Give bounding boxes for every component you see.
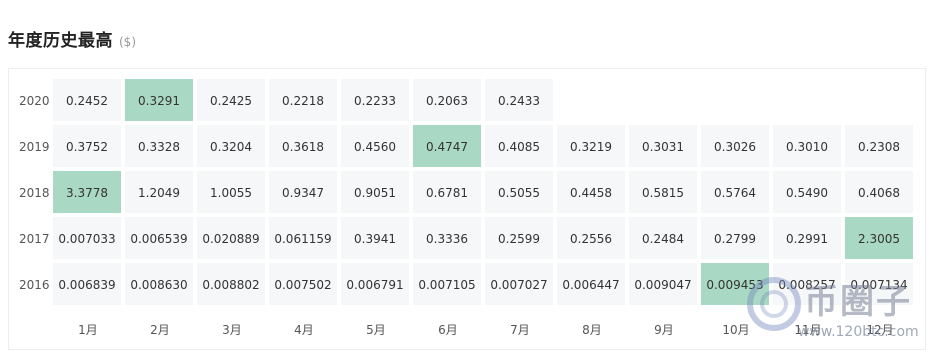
table-cell: 0.5764	[701, 171, 771, 215]
table-cell: 0.2991	[773, 217, 843, 261]
table-cell: 0.3204	[197, 125, 267, 169]
table-cell: 0.2233	[341, 79, 411, 123]
month-label: 2月	[150, 323, 170, 337]
table-cell: 0.2308	[845, 125, 915, 169]
table-cell	[557, 79, 627, 123]
table-cell: 0.5815	[629, 171, 699, 215]
table-cell: 0.2218	[269, 79, 339, 123]
month-label: 7月	[510, 323, 530, 337]
table-cell: 0.009047	[629, 263, 699, 307]
watermark-logo-icon	[747, 277, 801, 331]
currency-unit: ($)	[119, 35, 136, 49]
month-label: 9月	[654, 323, 674, 337]
table-cell: 0.3219	[557, 125, 627, 169]
watermark-url: www.120btc.com	[798, 324, 919, 340]
watermark-text: 币圈子	[804, 282, 912, 322]
table-cell: 0.3328	[125, 125, 195, 169]
table-cell: 0.007105	[413, 263, 483, 307]
year-label: 2017	[19, 232, 50, 246]
page-title: 年度历史最高	[8, 31, 113, 51]
table-cell-highest: 3.3778	[53, 171, 123, 215]
table-cell	[773, 79, 843, 123]
table-cell: 0.2599	[485, 217, 555, 261]
section-header: 年度历史最高 ($)	[8, 26, 136, 51]
table-row: 2020 0.2452 0.3291 0.2425 0.2218 0.2233 0.2063…	[9, 79, 919, 123]
month-label: 1月	[78, 323, 98, 337]
table-cell: 0.2433	[485, 79, 555, 123]
table-cell: 0.006839	[53, 263, 123, 307]
year-label: 2020	[19, 94, 50, 108]
table-cell: 0.2799	[701, 217, 771, 261]
table-cell: 0.4068	[845, 171, 915, 215]
table-cell: 0.2556	[557, 217, 627, 261]
table-cell: 0.008630	[125, 263, 195, 307]
table-cell: 0.3026	[701, 125, 771, 169]
table-row: 2019 0.3752 0.3328 0.3204 0.3618 0.4560 0.4747…	[9, 125, 919, 169]
table-cell: 0.2425	[197, 79, 267, 123]
table-cell: 0.5490	[773, 171, 843, 215]
table-cell: 0.9347	[269, 171, 339, 215]
table-cell-highest: 0.4747	[413, 125, 483, 169]
table-cell: 0.5055	[485, 171, 555, 215]
month-label: 8月	[582, 323, 602, 337]
table-row: 2018 3.3778 1.2049 1.0055 0.9347 0.9051 0.6781…	[9, 171, 919, 215]
watermark: 币圈子 www.120btc.com	[742, 266, 932, 356]
table-cell: 0.3010	[773, 125, 843, 169]
table-cell: 0.006539	[125, 217, 195, 261]
table-cell: 0.007027	[485, 263, 555, 307]
table-cell: 0.007502	[269, 263, 339, 307]
table-cell	[629, 79, 699, 123]
table-cell: 0.3031	[629, 125, 699, 169]
table-cell: 0.2063	[413, 79, 483, 123]
table-cell: 0.3941	[341, 217, 411, 261]
month-label: 4月	[294, 323, 314, 337]
month-label: 3月	[222, 323, 242, 337]
table-cell: 1.0055	[197, 171, 267, 215]
table-cell-highest: 2.3005	[845, 217, 915, 261]
table-cell: 0.4085	[485, 125, 555, 169]
table-cell-highest: 0.3291	[125, 79, 195, 123]
table-cell: 0.006447	[557, 263, 627, 307]
table-cell: 1.2049	[125, 171, 195, 215]
year-label: 2018	[19, 186, 50, 200]
month-label: 6月	[438, 323, 458, 337]
year-label: 2019	[19, 140, 50, 154]
table-cell: 0.3752	[53, 125, 123, 169]
table-cell: 0.008802	[197, 263, 267, 307]
table-row: 2017 0.007033 0.006539 0.020889 0.061159 0.39…	[9, 217, 919, 261]
table-cell: 0.4458	[557, 171, 627, 215]
table-cell: 0.4560	[341, 125, 411, 169]
table-cell	[701, 79, 771, 123]
table-cell: 0.3618	[269, 125, 339, 169]
table-cell: 0.007033	[53, 217, 123, 261]
month-label: 5月	[366, 323, 386, 337]
table-cell: 0.020889	[197, 217, 267, 261]
table-cell: 0.9051	[341, 171, 411, 215]
year-label: 2016	[19, 278, 50, 292]
table-cell: 0.006791	[341, 263, 411, 307]
table-cell	[845, 79, 915, 123]
table-cell: 0.2484	[629, 217, 699, 261]
table-cell: 0.3336	[413, 217, 483, 261]
table-cell: 0.061159	[269, 217, 339, 261]
table-cell: 0.2452	[53, 79, 123, 123]
table-cell: 0.6781	[413, 171, 483, 215]
